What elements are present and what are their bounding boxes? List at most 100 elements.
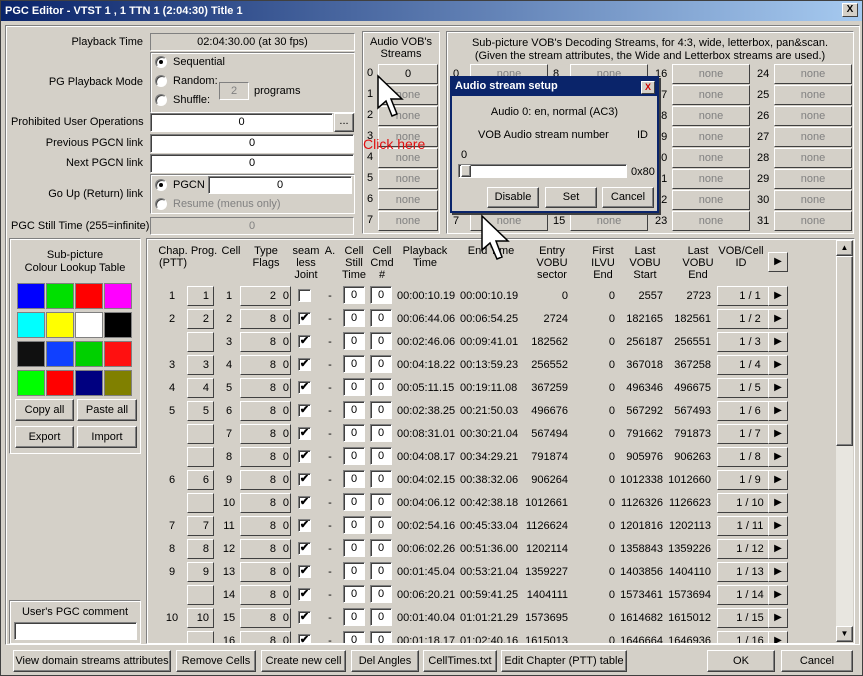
- clut-color-swatch[interactable]: [75, 283, 103, 309]
- program-button[interactable]: [187, 585, 214, 605]
- seamless-checkbox[interactable]: ✔: [298, 404, 311, 417]
- cell-still-field[interactable]: 0: [343, 608, 365, 626]
- clut-color-swatch[interactable]: [75, 312, 103, 338]
- seamless-checkbox[interactable]: ✔: [298, 542, 311, 555]
- dialog-cancel-button[interactable]: Cancel: [602, 187, 654, 208]
- audio-stream-button[interactable]: none: [378, 169, 438, 189]
- cell-arrow-button[interactable]: ▶: [768, 332, 788, 352]
- subpic-stream-button[interactable]: none: [672, 169, 750, 189]
- subpic-stream-button[interactable]: none: [672, 64, 750, 84]
- pgcn-field[interactable]: 0: [208, 176, 352, 194]
- program-button[interactable]: 6: [187, 470, 214, 490]
- cell-cmd-field[interactable]: 0: [370, 585, 392, 603]
- clut-color-swatch[interactable]: [104, 283, 132, 309]
- clut-color-swatch[interactable]: [46, 341, 74, 367]
- header-arrow-button[interactable]: ▶: [768, 252, 788, 272]
- cell-still-field[interactable]: 0: [343, 631, 365, 643]
- seamless-checkbox[interactable]: ✔: [298, 473, 311, 486]
- cell-cmd-field[interactable]: 0: [370, 631, 392, 643]
- celltimes-button[interactable]: CellTimes.txt: [423, 650, 497, 672]
- cell-still-field[interactable]: 0: [343, 309, 365, 327]
- cell-cmd-field[interactable]: 0: [370, 493, 392, 511]
- dialog-set-button[interactable]: Set: [545, 187, 597, 208]
- cell-arrow-button[interactable]: ▶: [768, 447, 788, 467]
- program-button[interactable]: 7: [187, 516, 214, 536]
- scroll-up-button[interactable]: ▲: [836, 240, 853, 256]
- cell-cmd-field[interactable]: 0: [370, 309, 392, 327]
- dialog-slider[interactable]: [458, 164, 627, 178]
- cell-arrow-button[interactable]: ▶: [768, 585, 788, 605]
- table-scrollbar[interactable]: ▲ ▼: [836, 240, 853, 642]
- cell-cmd-field[interactable]: 0: [370, 355, 392, 373]
- dialog-disable-button[interactable]: Disable: [487, 187, 539, 208]
- clut-color-swatch[interactable]: [46, 312, 74, 338]
- clut-color-swatch[interactable]: [46, 283, 74, 309]
- import-button[interactable]: Import: [77, 426, 137, 448]
- cell-cmd-field[interactable]: 0: [370, 401, 392, 419]
- dialog-close-button[interactable]: X: [641, 81, 655, 94]
- cell-arrow-button[interactable]: ▶: [768, 401, 788, 421]
- cell-arrow-button[interactable]: ▶: [768, 286, 788, 306]
- clut-color-swatch[interactable]: [104, 312, 132, 338]
- next-pgcn-field[interactable]: 0: [150, 154, 354, 173]
- clut-color-swatch[interactable]: [75, 370, 103, 396]
- seamless-checkbox[interactable]: ✔: [298, 611, 311, 624]
- clut-color-swatch[interactable]: [46, 370, 74, 396]
- subpic-stream-button[interactable]: none: [672, 211, 750, 231]
- program-button[interactable]: 10: [187, 608, 214, 628]
- seamless-checkbox[interactable]: ✔: [298, 634, 311, 643]
- seamless-checkbox[interactable]: [298, 289, 311, 302]
- cell-cmd-field[interactable]: 0: [370, 378, 392, 396]
- scroll-down-button[interactable]: ▼: [836, 626, 853, 642]
- previous-pgcn-field[interactable]: 0: [150, 134, 354, 153]
- clut-color-swatch[interactable]: [17, 370, 45, 396]
- clut-color-swatch[interactable]: [17, 341, 45, 367]
- del-angles-button[interactable]: Del Angles: [351, 650, 419, 672]
- program-button[interactable]: 8: [187, 539, 214, 559]
- seamless-checkbox[interactable]: ✔: [298, 312, 311, 325]
- cell-cmd-field[interactable]: 0: [370, 608, 392, 626]
- subpic-stream-button[interactable]: none: [774, 106, 852, 126]
- cancel-button[interactable]: Cancel: [781, 650, 853, 672]
- edit-chapter-table-button[interactable]: Edit Chapter (PTT) table: [501, 650, 627, 672]
- clut-color-swatch[interactable]: [104, 370, 132, 396]
- comment-field[interactable]: [14, 622, 137, 640]
- seamless-checkbox[interactable]: ✔: [298, 565, 311, 578]
- shuffle-radio[interactable]: [155, 94, 167, 106]
- export-button[interactable]: Export: [15, 426, 74, 448]
- clut-color-swatch[interactable]: [75, 341, 103, 367]
- seamless-checkbox[interactable]: ✔: [298, 519, 311, 532]
- seamless-checkbox[interactable]: ✔: [298, 335, 311, 348]
- subpic-stream-button[interactable]: none: [672, 85, 750, 105]
- cell-arrow-button[interactable]: ▶: [768, 309, 788, 329]
- cell-still-field[interactable]: 0: [343, 378, 365, 396]
- seamless-checkbox[interactable]: ✔: [298, 358, 311, 371]
- cell-still-field[interactable]: 0: [343, 585, 365, 603]
- program-button[interactable]: 9: [187, 562, 214, 582]
- subpic-stream-button[interactable]: none: [774, 85, 852, 105]
- ok-button[interactable]: OK: [707, 650, 775, 672]
- prohibited-ops-field[interactable]: 0: [150, 113, 333, 132]
- window-close-button[interactable]: X: [842, 3, 858, 17]
- program-button[interactable]: [187, 493, 214, 513]
- remove-cells-button[interactable]: Remove Cells: [176, 650, 256, 672]
- cell-still-field[interactable]: 0: [343, 286, 365, 304]
- program-button[interactable]: 3: [187, 355, 214, 375]
- seamless-checkbox[interactable]: ✔: [298, 427, 311, 440]
- cell-arrow-button[interactable]: ▶: [768, 608, 788, 628]
- cell-cmd-field[interactable]: 0: [370, 424, 392, 442]
- cell-still-field[interactable]: 0: [343, 401, 365, 419]
- cell-cmd-field[interactable]: 0: [370, 447, 392, 465]
- cell-cmd-field[interactable]: 0: [370, 539, 392, 557]
- random-radio[interactable]: [155, 75, 167, 87]
- cell-arrow-button[interactable]: ▶: [768, 493, 788, 513]
- cell-still-field[interactable]: 0: [343, 493, 365, 511]
- subpic-stream-button[interactable]: none: [672, 190, 750, 210]
- clut-color-swatch[interactable]: [17, 283, 45, 309]
- cell-cmd-field[interactable]: 0: [370, 562, 392, 580]
- subpic-stream-button[interactable]: none: [672, 148, 750, 168]
- dialog-slider-thumb[interactable]: [461, 165, 471, 177]
- prohibited-ops-button[interactable]: ...: [334, 113, 354, 132]
- cell-cmd-field[interactable]: 0: [370, 332, 392, 350]
- cell-still-field[interactable]: 0: [343, 470, 365, 488]
